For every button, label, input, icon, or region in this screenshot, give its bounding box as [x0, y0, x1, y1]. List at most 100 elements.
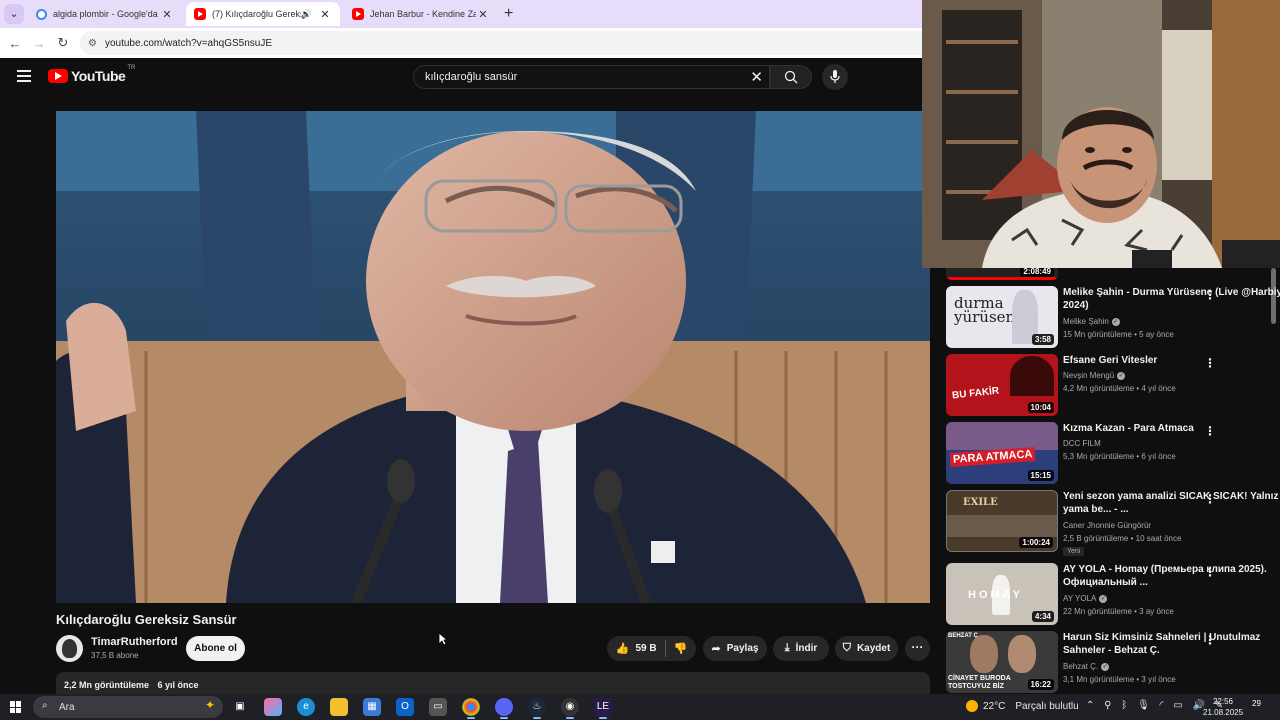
photos-icon[interactable]: ▭ [429, 698, 447, 716]
video-thumbnail[interactable]: HOMAY 4:34 [946, 563, 1058, 625]
tab-youtube-kilicdaroglu[interactable]: (7) Kılıçdaroğlu Gereksiz Sansür 🔊 ✕ [186, 2, 340, 26]
recommendation-channel[interactable]: Behzat Ç. ✓ [1063, 662, 1110, 671]
divider [664, 640, 666, 657]
more-options-icon[interactable]: ⋮ [1204, 288, 1216, 302]
close-icon[interactable]: ✕ [476, 8, 490, 21]
recommendation-title[interactable]: Harun Siz Kimsiniz Sahneleri | Unutulmaz… [1063, 631, 1280, 657]
clock-time: 22:56 [1212, 697, 1234, 706]
close-icon[interactable]: ✕ [318, 8, 332, 21]
tab-youtube-jehan-barbur[interactable]: Jehan Barbur - Kendine Zaman ✕ [344, 2, 498, 26]
video-thumbnail[interactable]: 2:08:49 [946, 268, 1058, 280]
channel-name: Melike Şahin [1063, 317, 1109, 326]
youtube-logo[interactable]: YouTube TR [48, 65, 135, 84]
taskbar-clock[interactable]: 22:56 21.08.2025 [1203, 696, 1243, 718]
chevron-up-icon[interactable]: ⌃ [1086, 700, 1094, 711]
display-icon[interactable]: ▭ [1173, 700, 1182, 711]
subscribe-button[interactable]: Abone ol [186, 636, 245, 661]
microphone-icon[interactable]: 🎙 [1137, 700, 1150, 711]
app-le-icon[interactable]: LE [594, 698, 612, 719]
thumbs-down-icon[interactable]: 👎 [674, 642, 688, 655]
recommendation-channel[interactable]: AY YOLA ✓ [1063, 594, 1108, 603]
clear-search-icon[interactable]: ✕ [750, 68, 763, 86]
file-explorer-icon[interactable] [330, 698, 348, 716]
video-thumbnail[interactable]: EXILE 1:00:24 [946, 490, 1058, 552]
address-bar[interactable]: ⚙ youtube.com/watch?v=ahqGS5nsuJE [80, 31, 922, 55]
more-options-icon[interactable]: ⋮ [1204, 492, 1216, 506]
recommendation-item[interactable]: PARA ATMACA 15:15 Kızma Kazan - Para Atm… [945, 422, 1267, 484]
bluetooth-icon[interactable]: ᛒ [1121, 700, 1127, 711]
reload-icon[interactable]: ↻ [51, 35, 75, 51]
video-thumbnail[interactable]: PARA ATMACA 15:15 [946, 422, 1058, 484]
recommendation-title[interactable]: Efsane Geri Vitesler [1063, 354, 1280, 367]
speaker-icon[interactable]: 🔊 [301, 9, 312, 20]
webcam-overlay [922, 0, 1280, 268]
wifi-icon[interactable]: ◜ [1160, 700, 1164, 711]
share-button[interactable]: ➦ Paylaş [703, 636, 767, 661]
more-options-icon[interactable]: ⋮ [1204, 565, 1216, 579]
save-button[interactable]: ⛉ Kaydet [835, 636, 898, 661]
video-player[interactable] [56, 111, 930, 603]
task-view-icon[interactable]: ▣ [231, 698, 249, 716]
chrome-icon[interactable] [462, 698, 480, 719]
more-actions-button[interactable]: ··· [905, 636, 930, 661]
channel-name: AY YOLA [1063, 594, 1097, 603]
recommendation-channel[interactable]: DCC FILM [1063, 439, 1101, 448]
recommendation-title[interactable]: Melike Şahin - Durma Yürüsene (Live @Har… [1063, 286, 1280, 312]
copilot-icon[interactable] [264, 698, 282, 716]
microsoft-store-icon[interactable]: ▦ [363, 698, 381, 716]
more-options-icon[interactable]: ⋮ [1204, 633, 1216, 647]
verified-check-icon: ✓ [1117, 371, 1126, 380]
microphone-icon [830, 70, 840, 83]
tab-google-search[interactable]: algida plombir - Google'da Ara ✕ [28, 2, 182, 26]
tab-search-button[interactable]: ⌄ [4, 4, 24, 24]
network-icon[interactable]: ⚲ [1104, 700, 1111, 711]
windows-taskbar: ⌕ Ara ✦ ▣ e ▦ O ▭ ♨ ◉ LE 22°C Parçalı bu… [0, 694, 1280, 720]
description-box[interactable]: 2,2 Mn görüntüleme 6 yıl önce [56, 672, 930, 694]
weather-condition: Parçalı bulutlu [1015, 700, 1079, 712]
voice-search-button[interactable] [822, 64, 848, 90]
webcam-feed [922, 0, 1280, 268]
recommendation-channel[interactable]: Nevşin Mengü ✓ [1063, 371, 1126, 380]
outlook-icon[interactable]: O [396, 698, 414, 716]
more-options-icon[interactable]: ⋮ [1204, 356, 1216, 370]
video-thumbnail[interactable]: BU FAKİR 10:04 [946, 354, 1058, 416]
taskbar-search-box[interactable]: ⌕ Ara ✦ [33, 696, 223, 718]
search-button[interactable] [770, 65, 812, 89]
discord-icon[interactable] [495, 698, 513, 719]
recommendation-item[interactable]: BU FAKİR 10:04 Efsane Geri Vitesler Nevş… [945, 354, 1267, 416]
recommendation-title[interactable]: Yeni sezon yama analizi SICAK SICAK! Yal… [1063, 490, 1280, 516]
recommendation-channel[interactable]: Melike Şahin ✓ [1063, 317, 1120, 326]
recommendation-item[interactable]: HOMAY 4:34 AY YOLA - Homay (Премьера кли… [945, 563, 1267, 625]
like-count[interactable]: 59 B [635, 643, 656, 654]
youtube-play-icon [48, 69, 68, 83]
channel-name[interactable]: TimarRutherford [91, 636, 178, 648]
site-info-icon[interactable]: ⚙ [88, 38, 97, 49]
recommendation-title[interactable]: Kızma Kazan - Para Atmaca [1063, 422, 1280, 435]
channel-avatar[interactable] [56, 635, 83, 662]
windows-start-icon[interactable] [10, 701, 22, 713]
back-arrow-icon[interactable]: ← [3, 36, 27, 51]
new-tab-button[interactable]: + [504, 5, 513, 23]
more-options-icon[interactable]: ⋮ [1204, 424, 1216, 438]
edge-icon[interactable]: e [297, 698, 315, 716]
recommendation-item[interactable]: 2:08:49 [945, 268, 1267, 280]
forward-arrow-icon[interactable]: → [27, 36, 51, 51]
hamburger-menu-icon[interactable] [17, 70, 31, 82]
video-thumbnail[interactable]: durma yürüsene 3:58 [946, 286, 1058, 348]
recommendation-title[interactable]: AY YOLA - Homay (Премьера клипа 2025). О… [1063, 563, 1280, 589]
close-icon[interactable]: ✕ [160, 8, 174, 21]
download-button[interactable]: ⤓ İndir [773, 636, 829, 661]
obs-icon[interactable]: ◉ [561, 698, 579, 719]
steam-icon[interactable]: ♨ [528, 698, 546, 719]
notification-center[interactable]: 29 [1252, 699, 1261, 708]
recommendation-item[interactable]: BEHZAT Ç. CİNAYET BURODA TOSTCUYUZ BİZ 1… [945, 631, 1267, 693]
thumbnail-text: durma yürüsene [954, 294, 1025, 326]
recommendation-channel[interactable]: Caner Jhonnie Güngörür [1063, 521, 1151, 530]
thumbs-up-icon[interactable]: 👍 [616, 642, 630, 655]
recommendation-item[interactable]: durma yürüsene 3:58 Melike Şahin - Durma… [945, 286, 1280, 348]
weather-widget[interactable]: 22°C Parçalı bulutlu [966, 700, 1079, 712]
video-thumbnail[interactable]: BEHZAT Ç. CİNAYET BURODA TOSTCUYUZ BİZ 1… [946, 631, 1058, 693]
recommendation-item[interactable]: EXILE 1:00:24 Yeni sezon yama analizi SI… [945, 490, 1280, 556]
temperature: 22°C [983, 700, 1006, 712]
search-input[interactable]: kılıçdaroğlu sansür ✕ [413, 65, 770, 89]
